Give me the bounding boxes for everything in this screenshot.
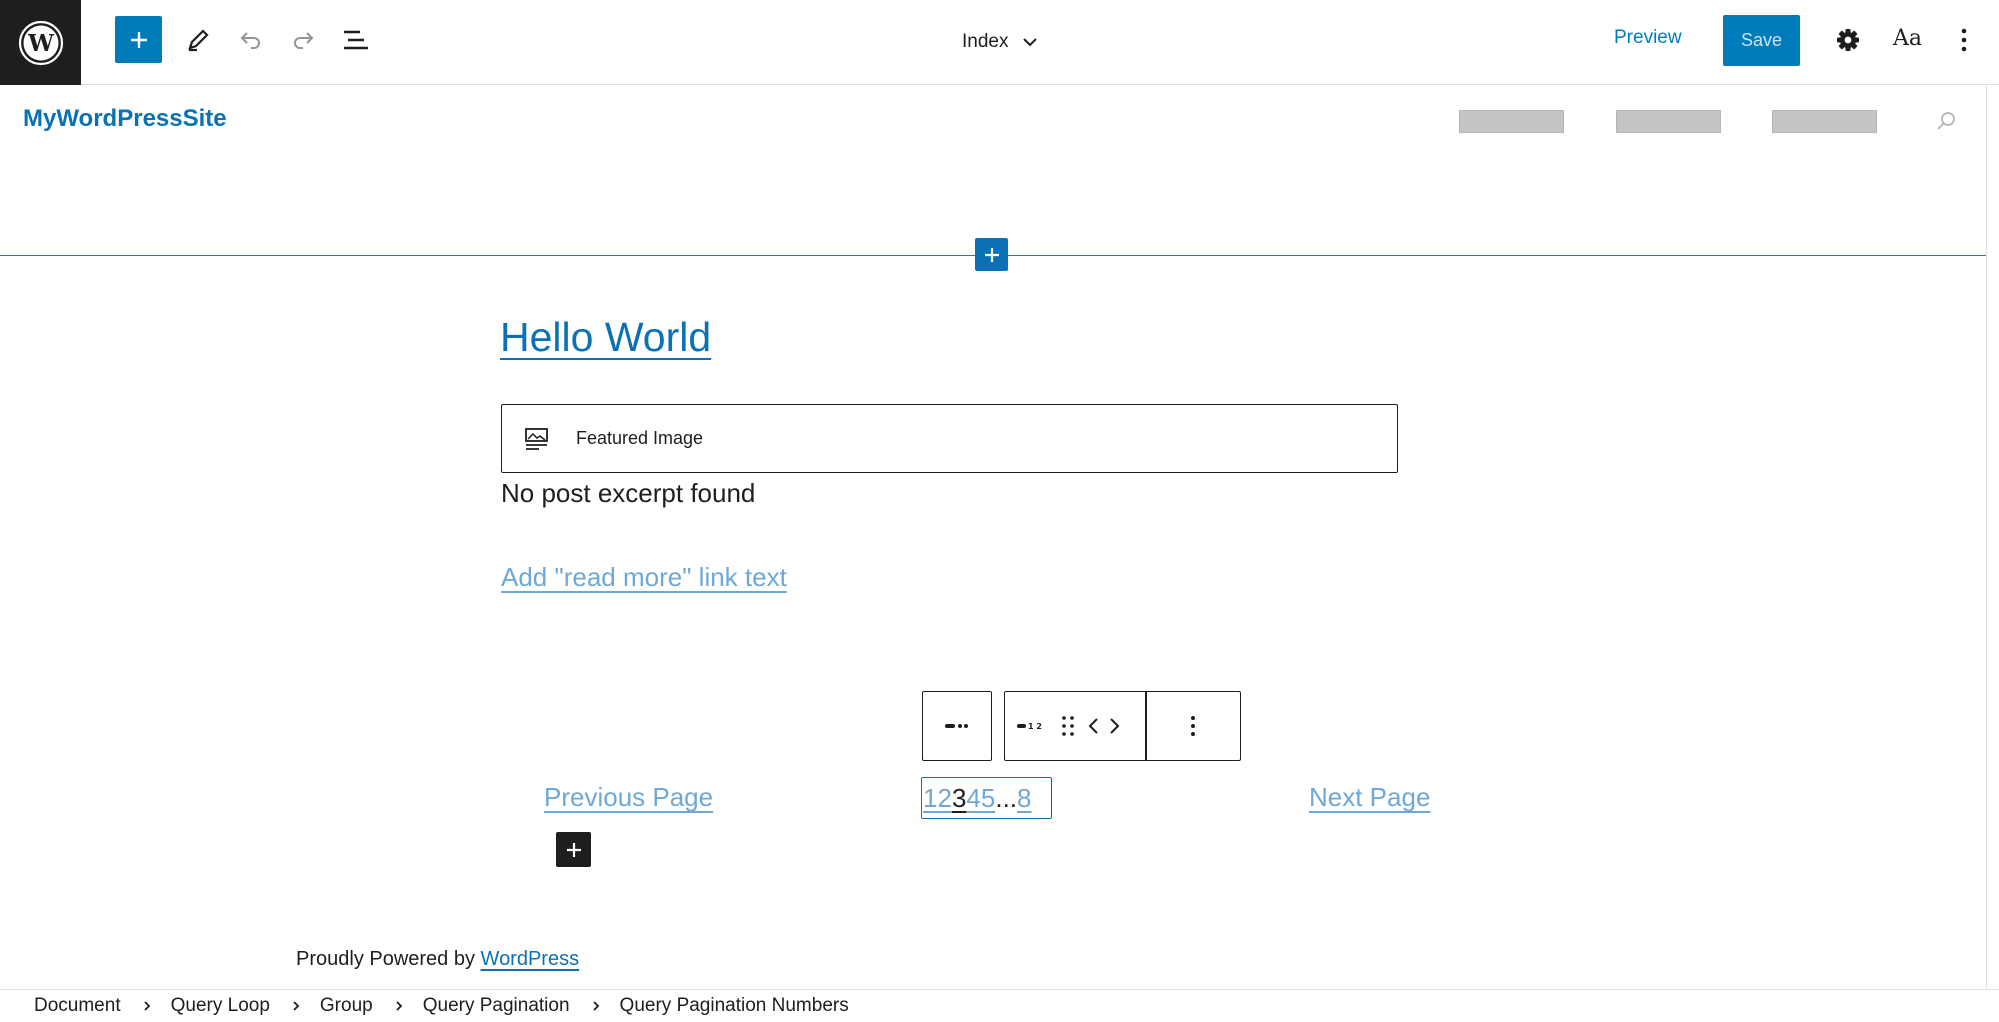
editor-header: W Index Preview Save Aa	[0, 0, 1999, 85]
breadcrumb-item-document[interactable]: Document	[32, 995, 123, 1017]
edit-pencil-icon[interactable]	[174, 16, 222, 64]
page-ellipsis: ...	[995, 782, 1018, 813]
insert-block-button[interactable]	[975, 238, 1008, 271]
undo-icon[interactable]	[227, 16, 275, 64]
block-options-icon[interactable]	[1147, 692, 1241, 760]
more-options-icon[interactable]	[1940, 16, 1988, 64]
chevron-right-icon	[143, 1000, 151, 1012]
block-parent-selector[interactable]	[922, 691, 992, 761]
wordpress-logo-icon[interactable]: W	[0, 0, 81, 85]
breadcrumb-item-query-pagination[interactable]: Query Pagination	[421, 995, 572, 1017]
pagination-numbers-icon: 1 2	[1017, 722, 1042, 731]
breadcrumb-item-group[interactable]: Group	[318, 995, 375, 1017]
template-title-dropdown[interactable]: Index	[962, 27, 1038, 57]
pagination-block-icon	[945, 724, 968, 728]
chevron-right-icon	[395, 1000, 403, 1012]
page-number[interactable]: 4	[966, 783, 980, 814]
post-title[interactable]: Hello World	[500, 314, 711, 361]
save-button[interactable]: Save	[1723, 15, 1800, 66]
preview-button[interactable]: Preview	[1614, 27, 1682, 49]
featured-image-label: Featured Image	[576, 428, 704, 448]
settings-gear-icon[interactable]	[1824, 16, 1872, 64]
page-number[interactable]: 1	[923, 783, 937, 814]
wordpress-link[interactable]: WordPress	[481, 948, 580, 970]
read-more-link[interactable]: Add "read more" link text	[501, 562, 787, 593]
svg-text:W: W	[27, 30, 55, 57]
page-number[interactable]: 8	[1017, 783, 1031, 814]
list-view-icon[interactable]	[332, 16, 380, 64]
svg-text:1 2: 1 2	[1028, 722, 1042, 731]
redo-icon[interactable]	[279, 16, 327, 64]
canvas-scroll-edge	[1986, 86, 1987, 989]
page-number[interactable]: 5	[981, 783, 995, 814]
block-toolbar: 1 2	[1004, 691, 1241, 761]
template-title: Index	[962, 31, 1009, 52]
chevron-right-icon	[592, 1000, 600, 1012]
site-footer-credit: Proudly Powered by WordPress	[296, 948, 579, 971]
move-left-icon[interactable]	[1083, 692, 1103, 760]
pagination-numbers[interactable]: 1 2 3 4 5 ... 8	[921, 777, 1052, 819]
breadcrumb-item-query-loop[interactable]: Query Loop	[169, 995, 272, 1017]
site-title[interactable]: MyWordPressSite	[23, 105, 227, 133]
next-page-link[interactable]: Next Page	[1309, 782, 1430, 813]
append-block-button[interactable]	[556, 832, 591, 867]
chevron-down-icon	[1023, 38, 1038, 47]
nav-item-placeholder[interactable]	[1459, 110, 1564, 133]
nav-item-placeholder[interactable]	[1616, 110, 1721, 133]
post-excerpt[interactable]: No post excerpt found	[501, 478, 755, 509]
featured-image-placeholder[interactable]: Featured Image	[501, 404, 1398, 473]
block-breadcrumb: Document Query Loop Group Query Paginati…	[0, 989, 1999, 1022]
block-type-button[interactable]: 1 2	[1005, 692, 1053, 760]
add-block-button[interactable]	[115, 16, 162, 63]
chevron-right-icon	[292, 1000, 300, 1012]
previous-page-link[interactable]: Previous Page	[544, 782, 713, 813]
drag-handle-icon[interactable]	[1053, 692, 1083, 760]
breadcrumb-item-query-pagination-numbers: Query Pagination Numbers	[619, 995, 849, 1016]
footer-text: Proudly Powered by	[296, 948, 481, 970]
move-right-icon[interactable]	[1103, 692, 1127, 760]
featured-image-icon	[525, 427, 548, 450]
search-icon[interactable]	[1935, 110, 1957, 137]
nav-item-placeholder[interactable]	[1772, 110, 1877, 133]
page-number[interactable]: 2	[937, 783, 951, 814]
current-page-number: 3	[951, 782, 967, 813]
styles-button[interactable]: Aa	[1893, 26, 1922, 51]
